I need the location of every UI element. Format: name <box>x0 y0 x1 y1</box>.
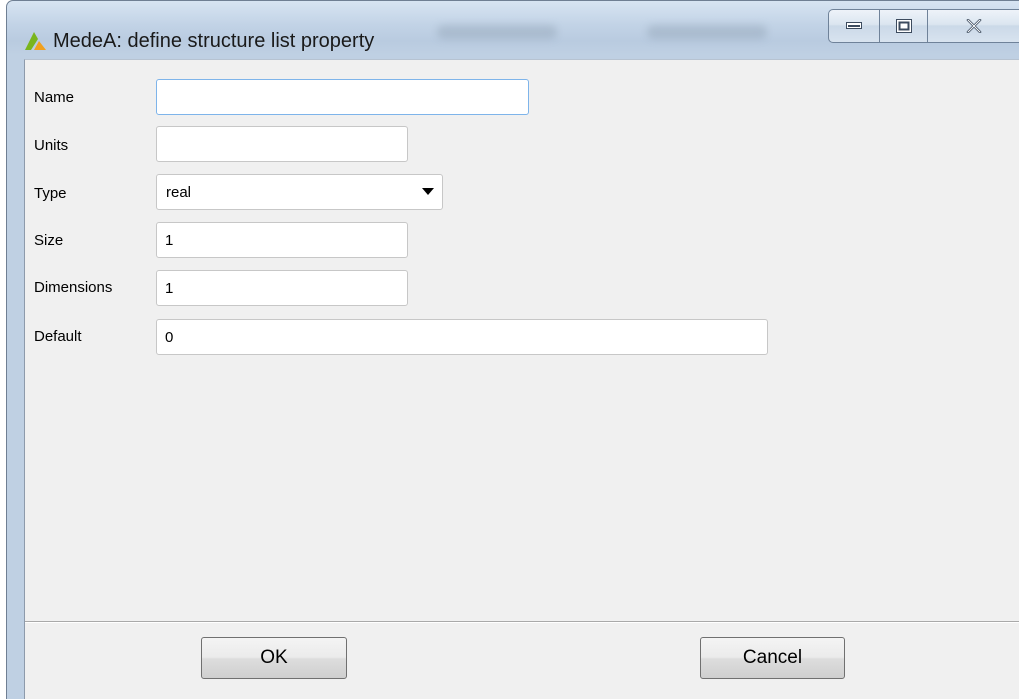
minimize-button[interactable] <box>828 9 880 43</box>
dimensions-input[interactable] <box>156 270 408 306</box>
maximize-icon <box>895 19 912 33</box>
name-input[interactable] <box>156 79 529 115</box>
type-label: Type <box>34 185 67 202</box>
background-blur <box>647 25 767 39</box>
type-select-value: real <box>166 184 192 201</box>
dialog-window: MedeA: define structure list property Na… <box>6 0 1019 699</box>
minimize-icon <box>846 22 862 29</box>
medea-logo-icon <box>25 32 46 50</box>
name-label: Name <box>34 89 75 106</box>
chevron-down-icon <box>422 188 434 195</box>
footer-divider-highlight <box>25 622 1019 623</box>
size-label: Size <box>34 232 64 249</box>
dialog-body: Name Units Type real Size Dimensions Def… <box>24 59 1019 699</box>
title-bar[interactable]: MedeA: define structure list property <box>7 1 1019 59</box>
background-blur <box>437 25 557 39</box>
maximize-button[interactable] <box>880 9 928 43</box>
default-label: Default <box>34 328 82 345</box>
dimensions-label: Dimensions <box>34 279 113 296</box>
size-input[interactable] <box>156 222 408 258</box>
close-icon <box>966 19 981 33</box>
type-select[interactable]: real <box>156 174 443 210</box>
ok-button[interactable]: OK <box>201 637 347 679</box>
units-input[interactable] <box>156 126 408 162</box>
caption-buttons <box>828 9 1019 43</box>
window-title: MedeA: define structure list property <box>53 30 375 52</box>
cancel-button[interactable]: Cancel <box>700 637 845 679</box>
close-button[interactable] <box>928 9 1019 43</box>
default-input[interactable] <box>156 319 768 355</box>
units-label: Units <box>34 137 69 154</box>
